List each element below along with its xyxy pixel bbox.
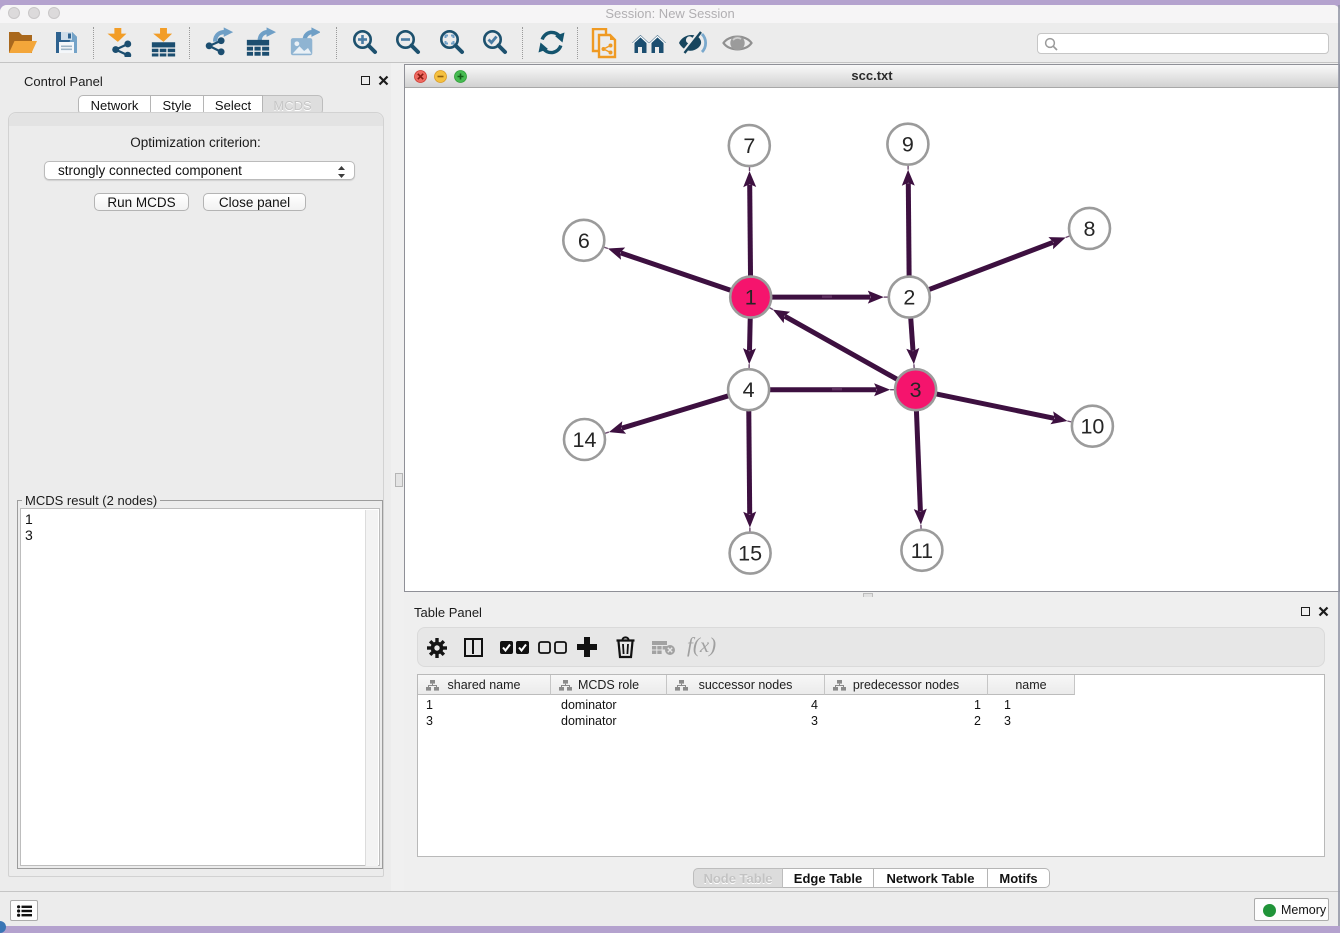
svg-text:6: 6 — [578, 229, 590, 253]
svg-text:3: 3 — [910, 378, 922, 402]
svg-text:14: 14 — [573, 428, 597, 452]
svg-text:9: 9 — [902, 133, 914, 157]
svg-text:2: 2 — [903, 286, 915, 310]
svg-text:7: 7 — [743, 134, 755, 158]
svg-text:1: 1 — [745, 286, 757, 310]
svg-text:10: 10 — [1080, 415, 1104, 439]
svg-text:8: 8 — [1084, 217, 1096, 241]
svg-text:11: 11 — [911, 539, 933, 563]
svg-text:15: 15 — [738, 542, 762, 566]
svg-text:4: 4 — [743, 378, 755, 402]
